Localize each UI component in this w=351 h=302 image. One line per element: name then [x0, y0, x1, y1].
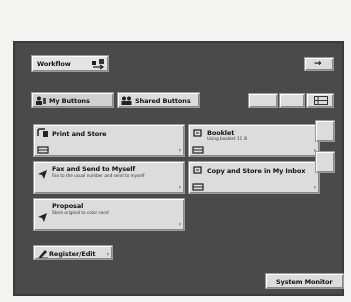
workflow-button-fax-and-send[interactable]: Fax and Send to Myself Fax to the usual …	[33, 161, 185, 194]
tab-my-buttons-label: My Buttons	[49, 97, 90, 105]
system-monitor-label: System Monitor	[276, 278, 333, 286]
next-button[interactable]: →	[304, 57, 334, 71]
print-icon	[37, 128, 48, 137]
register-edit-label: Register/Edit	[49, 250, 96, 258]
view-mode-3[interactable]	[306, 93, 334, 108]
send-icon	[38, 213, 47, 222]
workflow-icon	[92, 59, 105, 70]
copy-icon	[193, 129, 202, 137]
store-icon	[37, 146, 49, 154]
chevron-right-icon: ›	[313, 184, 316, 191]
tab-my-buttons[interactable]: My Buttons	[31, 92, 114, 108]
chevron-right-icon: ›	[178, 147, 181, 154]
system-monitor-button[interactable]: System Monitor	[265, 273, 344, 289]
scroll-down-button[interactable]	[315, 151, 335, 173]
workflow-button-booklet[interactable]: Booklet Using booklet 11 lll ›	[188, 124, 320, 157]
workflow-title-box: Workflow	[31, 55, 109, 72]
edit-icon	[38, 250, 48, 258]
next-arrow-icon: →	[314, 59, 322, 69]
chevron-right-icon: ›	[178, 184, 181, 191]
workflow-desc-fax-and-send: Fax to the usual number and send to myse…	[52, 173, 145, 178]
register-edit-button[interactable]: Register/Edit ›	[33, 245, 113, 260]
view-mode-2[interactable]	[279, 93, 305, 108]
view-mode-1[interactable]	[248, 93, 278, 108]
person-icon	[36, 96, 46, 105]
workflow-button-copy-and-store[interactable]: Copy and Store in My Inbox ›	[188, 161, 320, 194]
workflow-button-print-and-store[interactable]: Print and Store ›	[33, 124, 185, 157]
workflow-label-proposal: Proposal	[52, 202, 84, 210]
store-icon	[192, 146, 204, 154]
fax-send-icon	[38, 170, 47, 179]
workflow-desc-booklet: Using booklet 11 lll	[207, 136, 248, 141]
workflow-panel: Workflow → My Buttons Shared Buttons Pri…	[13, 41, 344, 296]
workflow-label-print-and-store: Print and Store	[52, 130, 107, 138]
people-icon	[121, 96, 132, 105]
scroll-up-button[interactable]	[315, 120, 335, 142]
chevron-right-icon: ›	[178, 221, 181, 228]
tab-shared-buttons-label: Shared Buttons	[135, 97, 191, 105]
list-view-icon	[314, 96, 328, 105]
workflow-label-copy-and-store: Copy and Store in My Inbox	[207, 167, 306, 175]
copy-icon	[193, 166, 202, 174]
workflow-label-fax-and-send: Fax and Send to Myself	[52, 165, 136, 173]
store-icon	[192, 183, 204, 191]
workflow-title: Workflow	[37, 60, 71, 68]
chevron-right-icon: ›	[106, 251, 109, 258]
tab-shared-buttons[interactable]: Shared Buttons	[117, 92, 200, 108]
workflow-desc-proposal: Store original to color send	[52, 210, 109, 215]
workflow-button-proposal[interactable]: Proposal Store original to color send ›	[33, 198, 185, 231]
